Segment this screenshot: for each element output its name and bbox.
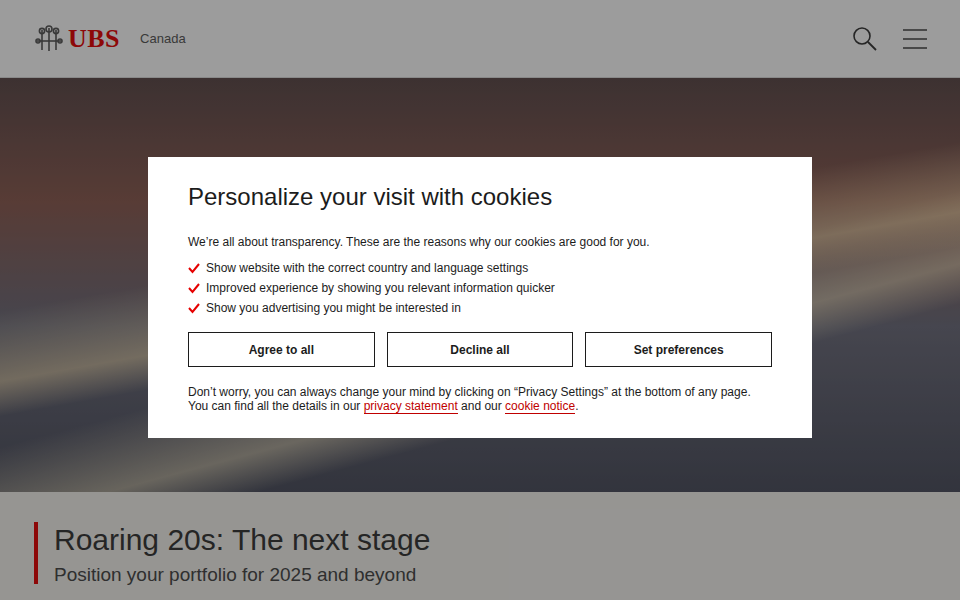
dialog-note: Don’t worry, you can always change your …	[188, 385, 772, 414]
cookie-dialog: Personalize your visit with cookies We’re…	[148, 157, 812, 438]
cookie-button[interactable]: Set preferences	[585, 332, 772, 367]
cookie-button[interactable]: Decline all	[387, 332, 574, 367]
privacy-link[interactable]: privacy statement	[364, 399, 458, 414]
modal-overlay: Personalize your visit with cookies We’re…	[0, 0, 960, 600]
check-icon	[188, 282, 200, 294]
note-text: and our	[458, 399, 505, 413]
cookie-link[interactable]: cookie notice	[505, 399, 575, 414]
benefit-item: Show website with the correct country an…	[188, 261, 772, 275]
check-icon	[188, 262, 200, 274]
benefit-text: Show you advertising you might be intere…	[206, 301, 461, 315]
cookie-button[interactable]: Agree to all	[188, 332, 375, 367]
benefit-item: Improved experience by showing you relev…	[188, 281, 772, 295]
dialog-title: Personalize your visit with cookies	[188, 183, 772, 211]
benefit-text: Show website with the correct country an…	[206, 261, 528, 275]
benefit-item: Show you advertising you might be intere…	[188, 301, 772, 315]
dialog-intro: We’re all about transparency. These are …	[188, 235, 772, 249]
check-icon	[188, 302, 200, 314]
button-row: Agree to all Decline all Set preferences	[188, 332, 772, 367]
note-text: .	[575, 399, 578, 413]
benefit-list: Show website with the correct country an…	[188, 261, 772, 315]
benefit-text: Improved experience by showing you relev…	[206, 281, 555, 295]
